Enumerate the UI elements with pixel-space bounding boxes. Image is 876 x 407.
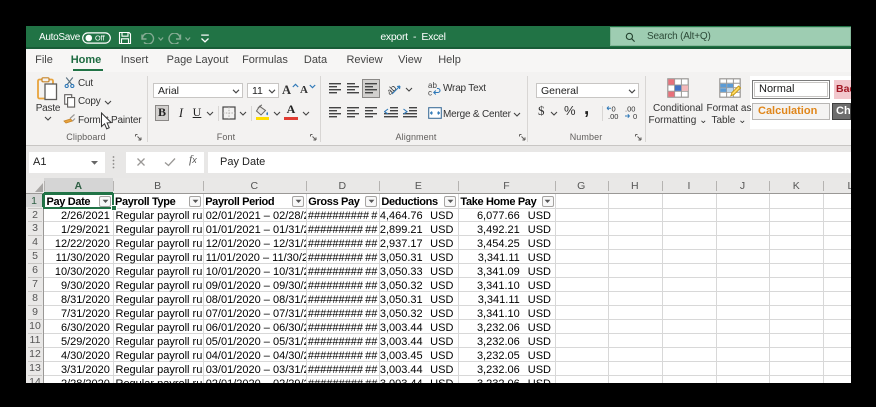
svg-text:0: 0	[633, 112, 637, 120]
svg-text:0: 0	[612, 105, 616, 114]
svg-text:Off: Off	[95, 34, 106, 43]
svg-text:c: c	[428, 89, 432, 97]
